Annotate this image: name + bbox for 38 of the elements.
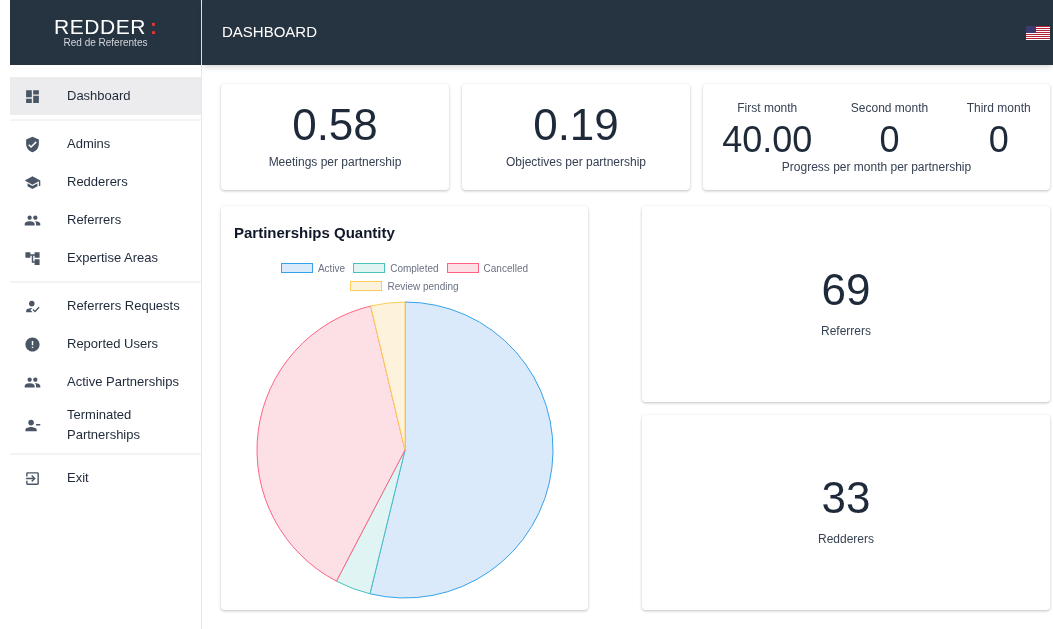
count-label: Redderers bbox=[818, 531, 874, 549]
stat-value: 0.58 bbox=[292, 103, 378, 147]
count-value: 33 bbox=[821, 476, 871, 521]
page-title: DASHBOARD bbox=[222, 22, 318, 43]
count-label: Referrers bbox=[821, 322, 871, 340]
sidebar-item[interactable]: Reported Users bbox=[10, 325, 201, 363]
count-value: 69 bbox=[821, 267, 871, 312]
month-value: 0 bbox=[988, 117, 1009, 162]
brand-name: REDDER bbox=[54, 15, 146, 37]
month-label: First month bbox=[737, 99, 798, 117]
shield-icon bbox=[24, 135, 41, 153]
sidebar-item[interactable]: Referrers Requests bbox=[10, 287, 201, 325]
legend-label: Review pending bbox=[387, 279, 459, 294]
legend-label: Cancelled bbox=[483, 261, 529, 276]
sidebar-item[interactable]: Referrers bbox=[10, 201, 201, 239]
dashboard-icon bbox=[24, 87, 41, 105]
stat-label: Meetings per partnership bbox=[268, 154, 402, 171]
brand-mark: : bbox=[149, 15, 157, 37]
month-label: Third month bbox=[966, 99, 1031, 117]
brand-tagline: Red de Referentes bbox=[63, 36, 148, 50]
month-label: Second month bbox=[850, 99, 929, 117]
legend-label: Completed bbox=[390, 261, 439, 276]
stat-label: Objectives per partnership bbox=[505, 154, 647, 171]
tree-icon bbox=[24, 249, 41, 267]
chart-title: Partinerships Quantity bbox=[234, 223, 396, 243]
sidebar-item[interactable]: Redderers bbox=[10, 163, 201, 201]
flag-icon[interactable] bbox=[1026, 25, 1050, 40]
sidebar-item[interactable]: Dashboard bbox=[10, 77, 201, 115]
graduation-cap-icon bbox=[24, 173, 41, 191]
exit-icon bbox=[24, 469, 41, 487]
sidebar-item[interactable]: Expertise Areas bbox=[10, 239, 201, 277]
stat-value: 0.19 bbox=[533, 103, 619, 147]
alert-icon bbox=[24, 335, 41, 353]
sidebar-item[interactable]: Admins bbox=[10, 125, 201, 163]
sidebar-item[interactable]: Active Partnerships bbox=[10, 363, 201, 401]
legend-label: Active bbox=[317, 261, 346, 276]
sidebar-item[interactable]: Exit bbox=[10, 459, 201, 497]
sidebar-item[interactable]: Terminated Partnerships bbox=[10, 401, 201, 449]
